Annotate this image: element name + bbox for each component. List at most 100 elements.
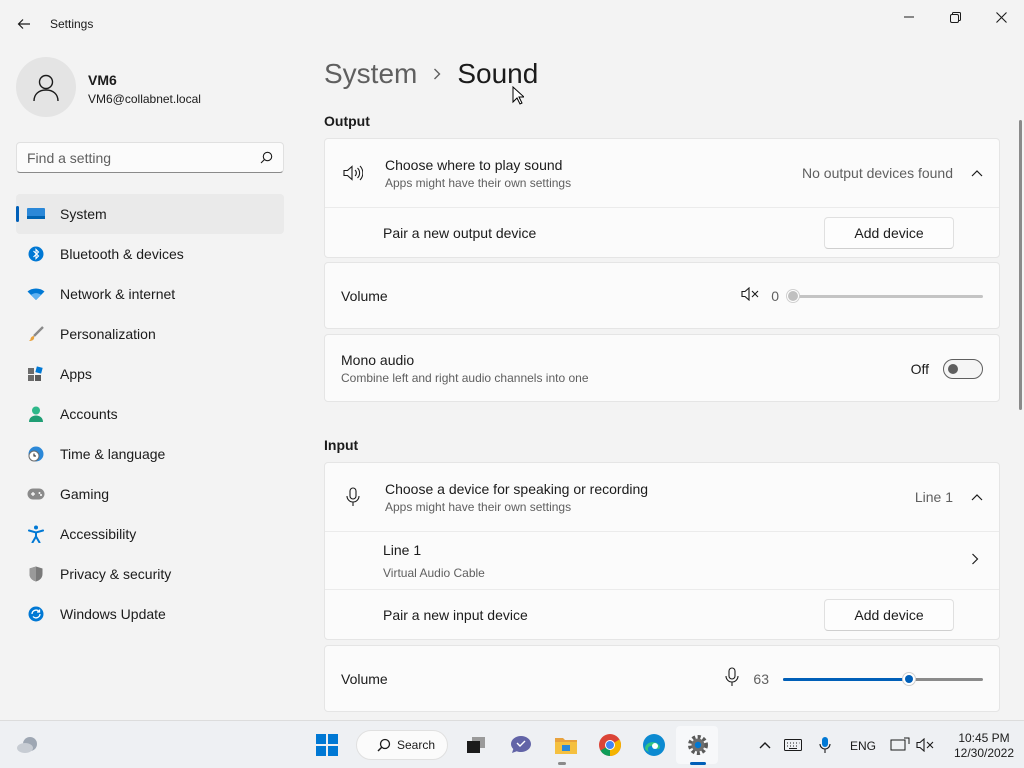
sidebar-item-label: Bluetooth & devices [60,246,184,262]
taskbar-search-label: Search [397,738,436,752]
output-volume-label: Volume [341,288,388,304]
taskbar-search-button[interactable]: Search [356,730,448,760]
choose-input-right: Line 1 [915,488,983,506]
input-status: Line 1 [914,489,953,505]
sidebar-item-accessibility[interactable]: Accessibility [16,514,284,554]
microphone-icon[interactable] [725,666,739,692]
choose-output-row[interactable]: Choose where to play sound Apps might ha… [325,139,999,207]
output-section-title: Output [324,113,370,129]
sidebar-item-system[interactable]: System [16,194,284,234]
sidebar-item-apps[interactable]: Apps [16,354,284,394]
mono-audio-controls: Off [910,358,983,379]
sidebar-item-bluetooth[interactable]: Bluetooth & devices [16,234,284,274]
input-device-name: Line 1 [383,541,422,558]
network-monitor-icon[interactable] [888,733,912,757]
sidebar-item-personalization[interactable]: Personalization [16,314,284,354]
mono-audio-toggle[interactable] [943,358,983,379]
minimize-button[interactable] [886,2,932,32]
pair-output-row: Pair a new output device Add device [325,207,999,258]
weather-widget-icon[interactable] [16,733,40,757]
sidebar-item-privacy-security[interactable]: Privacy & security [16,554,284,594]
output-status: No output devices found [802,165,953,181]
windows-logo-icon [316,734,338,756]
chrome-icon[interactable] [598,733,622,757]
input-volume-slider[interactable] [783,669,983,689]
sidebar-item-time-language[interactable]: Time & language [16,434,284,474]
sidebar-item-network[interactable]: Network & internet [16,274,284,314]
avatar[interactable] [16,57,76,117]
close-button[interactable] [978,2,1024,32]
choose-output-subtitle: Apps might have their own settings [385,175,572,190]
input-volume-row: Volume 63 [325,646,999,712]
taskbar: Search ENG 10:45 PM 12/30/2022 [0,720,1024,768]
input-volume-card: Volume 63 [324,645,1000,712]
running-indicator [558,762,566,765]
add-input-device-button[interactable]: Add device [824,598,954,631]
task-view-icon[interactable] [464,733,488,757]
edge-icon[interactable] [642,733,666,757]
sidebar-item-windows-update[interactable]: Windows Update [16,594,284,634]
active-indicator [690,762,706,765]
choose-input-row[interactable]: Choose a device for speaking or recordin… [325,463,999,531]
input-device-line1-row[interactable]: Line 1 Virtual Audio Cable [325,531,999,589]
volume-muted-icon[interactable] [914,733,938,757]
clock-globe-icon [26,444,46,464]
start-button[interactable] [315,733,339,757]
file-explorer-icon[interactable] [554,733,578,757]
sidebar-item-label: Apps [60,366,92,382]
mono-audio-subtitle: Combine left and right audio channels in… [341,371,589,385]
choose-input-title: Choose a device for speaking or recordin… [385,480,649,497]
wifi-icon [26,284,46,304]
speaker-muted-icon[interactable] [741,286,761,306]
clock-date: 12/30/2022 [953,746,1015,760]
title-bar: Settings [0,0,1024,48]
maximize-button[interactable] [932,2,978,32]
search-input[interactable] [27,149,260,166]
keyboard-icon[interactable] [781,733,805,757]
bluetooth-icon [26,244,46,264]
language-indicator[interactable]: ENG [850,739,876,753]
close-icon [995,11,1007,23]
input-volume-label: Volume [341,671,388,687]
apps-icon [26,364,46,384]
mono-audio-card: Mono audio Combine left and right audio … [324,334,1000,402]
minimize-icon [904,16,914,18]
choose-input-subtitle: Apps might have their own settings [385,499,572,514]
pair-input-label: Pair a new input device [383,606,528,623]
breadcrumb: System Sound [324,58,538,90]
input-section-title: Input [324,437,359,453]
settings-search-box[interactable] [16,142,284,173]
slider-track [793,295,983,298]
chevron-up-icon[interactable] [971,164,983,182]
sidebar-item-label: Personalization [60,326,156,342]
input-device-card: Choose a device for speaking or recordin… [324,462,1000,640]
scrollbar[interactable] [1019,120,1022,410]
microphone-icon [343,487,363,507]
microphone-icon[interactable] [813,733,837,757]
system-clock[interactable]: 10:45 PM 12/30/2022 [948,731,1020,761]
input-device-text: Line 1 Virtual Audio Cable [383,542,971,580]
add-output-device-button[interactable]: Add device [824,217,954,249]
mono-audio-title: Mono audio [341,352,415,368]
teams-chat-icon[interactable] [509,733,533,757]
back-button[interactable] [12,12,36,36]
restore-icon [949,11,961,23]
sidebar-item-accounts[interactable]: Accounts [16,394,284,434]
update-icon [26,604,46,624]
sidebar-item-label: Accounts [60,406,118,422]
profile-name: VM6 [88,72,117,88]
slider-thumb[interactable] [786,289,800,303]
brush-icon [26,324,46,344]
output-device-card: Choose where to play sound Apps might ha… [324,138,1000,258]
chevron-up-icon[interactable] [971,488,983,506]
choose-output-right: No output devices found [802,164,983,182]
settings-gear-icon[interactable] [686,733,710,757]
mono-audio-state: Off [910,360,929,377]
chevron-up-icon[interactable] [753,733,777,757]
output-volume-slider[interactable] [786,286,983,306]
sidebar-item-label: Gaming [60,486,110,502]
breadcrumb-parent[interactable]: System [324,58,417,90]
sidebar-item-gaming[interactable]: Gaming [16,474,284,514]
slider-thumb[interactable] [902,672,916,686]
clock-time: 10:45 PM [958,731,1010,745]
